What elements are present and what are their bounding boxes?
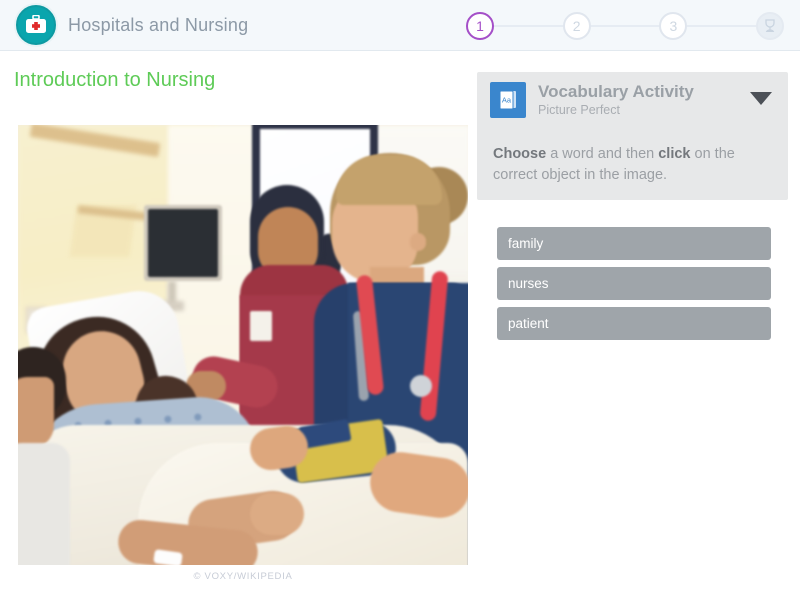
activity-subtitle: Picture Perfect <box>538 102 620 117</box>
word-choice-list: family nurses patient <box>497 227 771 347</box>
step-indicator-2[interactable]: 2 <box>562 12 591 40</box>
activity-panel: Aa Vocabulary Activity Picture Perfect C… <box>477 72 788 200</box>
svg-text:Aa: Aa <box>502 96 512 105</box>
activity-header: Aa Vocabulary Activity Picture Perfect <box>490 82 694 118</box>
word-option-label: patient <box>508 316 549 331</box>
app-header: Hospitals and Nursing 1 2 3 <box>0 0 800 51</box>
step-indicator-1[interactable]: 1 <box>466 12 494 40</box>
page-title: Introduction to Nursing <box>14 69 216 91</box>
trophy-icon[interactable] <box>756 12 785 40</box>
instruction-text-1: a word and then <box>546 146 659 162</box>
instruction-bold-choose: Choose <box>493 146 547 162</box>
word-option-label: nurses <box>508 276 549 291</box>
lesson-photo[interactable] <box>18 125 468 565</box>
word-option-label: family <box>508 236 544 251</box>
app-title: Hospitals and Nursing <box>68 14 249 35</box>
activity-title: Vocabulary Activity <box>538 82 694 101</box>
step-connector-1 <box>494 25 563 27</box>
word-option-nurses[interactable]: nurses <box>497 267 771 300</box>
step-label-3: 3 <box>669 18 678 34</box>
vocabulary-card-icon: Aa <box>490 82 526 118</box>
step-label-2: 2 <box>572 18 581 34</box>
step-connector-3 <box>687 25 757 27</box>
word-option-patient[interactable]: patient <box>497 307 771 340</box>
activity-instruction: Choose a word and then click on the corr… <box>493 144 770 186</box>
photo-credit: © VOXY/WIKIPEDIA <box>193 571 293 582</box>
instruction-bold-click: click <box>658 146 691 162</box>
brand: Hospitals and Nursing <box>16 5 248 45</box>
word-option-family[interactable]: family <box>497 227 771 260</box>
step-connector-2 <box>590 25 660 27</box>
step-indicator-3[interactable]: 3 <box>659 12 688 40</box>
progress-stepper: 1 2 3 <box>466 11 785 41</box>
chevron-down-icon[interactable] <box>750 92 772 105</box>
medical-bag-icon <box>16 5 56 45</box>
step-label-1: 1 <box>476 18 484 34</box>
